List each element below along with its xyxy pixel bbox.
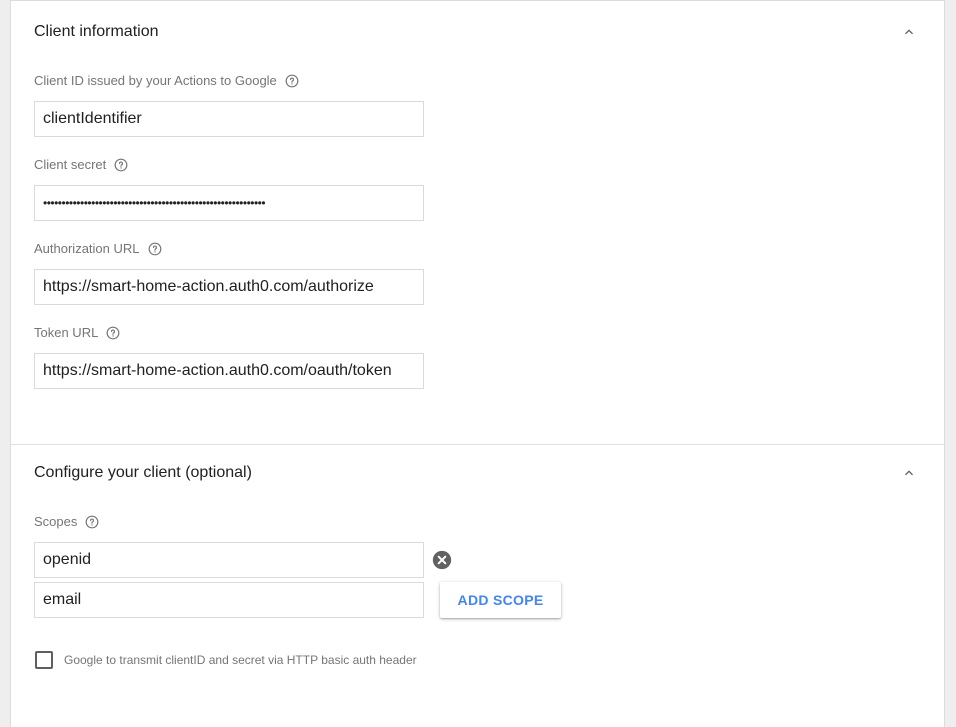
chevron-up-icon[interactable] xyxy=(901,24,917,40)
configure-client-title: Configure your client (optional) xyxy=(34,464,252,481)
token-url-input[interactable] xyxy=(34,353,424,389)
chevron-up-icon[interactable] xyxy=(901,465,917,481)
token-url-label-text: Token URL xyxy=(34,325,99,340)
client-secret-label-text: Client secret xyxy=(34,157,107,172)
oauth-settings-card: Client information Client ID issued by y… xyxy=(10,0,945,727)
basic-auth-checkbox[interactable] xyxy=(35,651,53,669)
client-secret-label: Client secret xyxy=(34,157,128,172)
basic-auth-label: Google to transmit clientID and secret v… xyxy=(64,653,417,667)
scopes-label-text: Scopes xyxy=(34,514,78,529)
authorization-url-input[interactable] xyxy=(34,269,424,305)
help-icon[interactable] xyxy=(285,74,299,88)
section-divider xyxy=(11,444,944,445)
client-id-input[interactable] xyxy=(34,101,424,137)
client-id-label-text: Client ID issued by your Actions to Goog… xyxy=(34,73,277,88)
help-icon[interactable] xyxy=(114,158,128,172)
client-secret-input[interactable] xyxy=(34,185,424,221)
remove-scope-icon[interactable] xyxy=(432,550,452,570)
scope-input-email[interactable] xyxy=(34,582,424,618)
scopes-label: Scopes xyxy=(34,514,99,529)
authorization-url-label: Authorization URL xyxy=(34,241,162,256)
authorization-url-label-text: Authorization URL xyxy=(34,241,140,256)
client-id-label: Client ID issued by your Actions to Goog… xyxy=(34,73,299,88)
add-scope-button[interactable]: ADD SCOPE xyxy=(440,582,561,618)
scope-input-openid[interactable] xyxy=(34,542,424,578)
token-url-label: Token URL xyxy=(34,325,120,340)
help-icon[interactable] xyxy=(148,242,162,256)
help-icon[interactable] xyxy=(85,515,99,529)
client-information-title: Client information xyxy=(34,23,159,40)
help-icon[interactable] xyxy=(106,326,120,340)
